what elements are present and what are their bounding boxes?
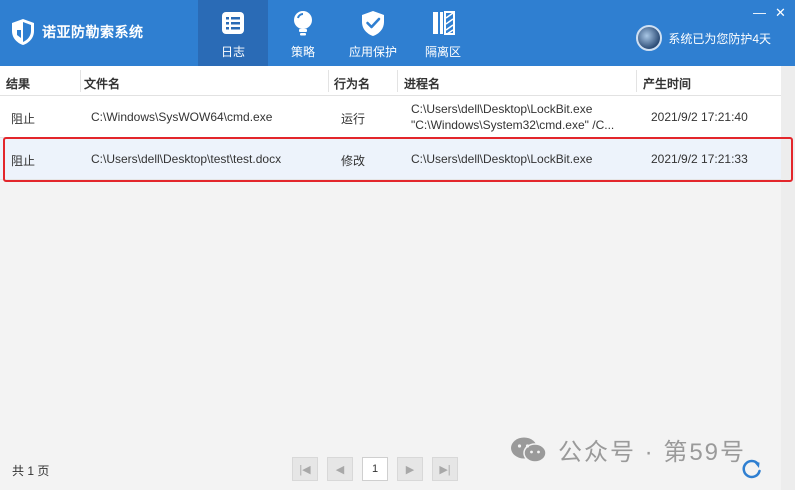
column-divider[interactable] — [80, 70, 81, 92]
current-page-button[interactable]: 1 — [362, 457, 388, 481]
wechat-icon — [511, 437, 547, 463]
nav-tab-log[interactable]: 日志 — [198, 0, 268, 66]
nav-tab-label: 应用保护 — [348, 45, 397, 59]
column-header-action[interactable]: 行为名 — [334, 75, 370, 92]
watermark: 公众号 · 第59号 — [510, 432, 746, 467]
brand: 诺亚防勒索系统 — [10, 18, 144, 46]
table-header: 结果 文件名 行为名 进程名 产生时间 — [0, 66, 781, 96]
shield-check-icon — [358, 8, 388, 38]
nav-tab-label: 隔离区 — [424, 45, 461, 59]
nav-tab-policy[interactable]: 策略 — [268, 0, 338, 66]
page-count: 共 1 页 — [12, 464, 50, 478]
minimize-button[interactable]: — — [753, 6, 766, 19]
cell-result: 阻止 — [11, 154, 36, 168]
cell-action: 运行 — [341, 112, 366, 126]
log-table: 阻止 C:\Windows\SysWOW64\cmd.exe 运行 C:\Use… — [0, 96, 781, 180]
pagination: |◀ ◀ 1 ▶ ▶| — [292, 457, 467, 481]
cell-process-args: "C:\Windows\System32\cmd.exe" /C... — [411, 118, 615, 132]
isolation-zone-icon — [428, 8, 458, 38]
status-text: 系统已为您防护4天 — [668, 31, 771, 46]
cell-time: 2021/9/2 17:21:33 — [651, 152, 748, 166]
vertical-scrollbar[interactable] — [781, 66, 795, 490]
table-row[interactable]: 阻止 C:\Users\dell\Desktop\test\test.docx … — [0, 138, 781, 180]
cell-action: 修改 — [341, 154, 366, 168]
title-bar: 诺亚防勒索系统 日志 策略 应用保护 隔离区 — ✕ 系统已为您防护4天 — [0, 0, 795, 66]
cell-file: C:\Windows\SysWOW64\cmd.exe — [91, 110, 273, 124]
column-header-result[interactable]: 结果 — [6, 75, 30, 92]
shield-logo-icon — [12, 19, 34, 45]
nav-tab-label: 策略 — [290, 45, 315, 59]
table-row[interactable]: 阻止 C:\Windows\SysWOW64\cmd.exe 运行 C:\Use… — [0, 96, 781, 138]
main-nav: 日志 策略 应用保护 隔离区 — [198, 0, 478, 66]
log-list-icon — [218, 8, 248, 38]
cell-time: 2021/9/2 17:21:40 — [651, 110, 748, 124]
close-button[interactable]: ✕ — [775, 6, 786, 19]
app-title: 诺亚防勒索系统 — [42, 24, 144, 40]
column-divider[interactable] — [397, 70, 398, 92]
protection-status: 系统已为您防护4天 — [636, 25, 771, 51]
nav-tab-quarantine[interactable]: 隔离区 — [408, 0, 478, 66]
cell-result: 阻止 — [11, 112, 36, 126]
lightbulb-icon — [288, 8, 318, 38]
nav-tab-label: 日志 — [220, 45, 245, 59]
last-page-button[interactable]: ▶| — [432, 457, 458, 481]
nav-tab-app-protection[interactable]: 应用保护 — [338, 0, 408, 66]
cell-process: C:\Users\dell\Desktop\LockBit.exe — [411, 102, 593, 116]
watermark-text: 公众号 · 第59号 — [558, 439, 747, 466]
cell-file: C:\Users\dell\Desktop\test\test.docx — [91, 152, 282, 166]
column-divider[interactable] — [636, 70, 637, 92]
prev-page-button[interactable]: ◀ — [327, 457, 353, 481]
cell-process: C:\Users\dell\Desktop\LockBit.exe — [411, 152, 593, 166]
column-divider[interactable] — [328, 70, 329, 92]
refresh-icon[interactable] — [741, 458, 763, 480]
next-page-button[interactable]: ▶ — [397, 457, 423, 481]
column-header-time[interactable]: 产生时间 — [643, 75, 691, 92]
column-header-process[interactable]: 进程名 — [404, 75, 440, 92]
column-header-file[interactable]: 文件名 — [84, 75, 120, 92]
first-page-button[interactable]: |◀ — [292, 457, 318, 481]
status-globe-icon — [636, 25, 663, 51]
